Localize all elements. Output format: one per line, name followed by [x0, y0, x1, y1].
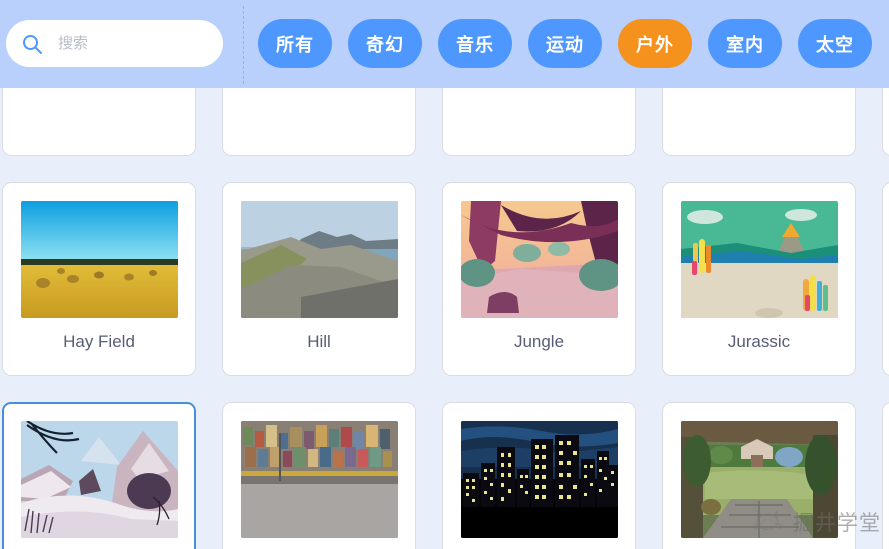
category-button-4[interactable]: 户外 [618, 19, 692, 68]
backdrop-thumbnail [20, 201, 178, 318]
search-icon [20, 32, 44, 56]
backdrop-grid-scroll-area[interactable]: Hay Field Hill Jungle Jurassic MountainMural… [0, 88, 889, 549]
backdrop-thumbnail [680, 201, 838, 318]
search-box[interactable] [6, 20, 223, 67]
category-button-5[interactable]: 室内 [708, 19, 782, 68]
backdrop-label: Hill [307, 332, 331, 351]
search-input[interactable] [58, 28, 208, 59]
backdrop-card-partial[interactable] [2, 88, 196, 156]
backdrop-card-partial[interactable] [662, 88, 856, 156]
category-button-6[interactable]: 太空 [798, 19, 872, 68]
backdrop-thumbnail [460, 201, 618, 318]
backdrop-thumbnail [460, 421, 618, 538]
backdrop-card[interactable]: Jungle [442, 182, 636, 376]
backdrop-card-partial[interactable] [882, 402, 889, 549]
header-divider [243, 6, 244, 84]
backdrop-card[interactable]: Mural [222, 402, 416, 549]
backdrop-card[interactable]: Hay Field [2, 182, 196, 376]
backdrop-card-partial[interactable] [222, 88, 416, 156]
backdrop-card[interactable]: Jurassic [662, 182, 856, 376]
backdrop-grid: Hay Field Hill Jungle Jurassic MountainMural… [2, 88, 889, 549]
category-filter-row: 所有 奇幻 音乐 运动 户外 室内 太空 [258, 19, 872, 68]
backdrop-card[interactable]: Hill [222, 182, 416, 376]
backdrop-card[interactable]: Mountain [2, 402, 196, 549]
backdrop-thumbnail [240, 201, 398, 318]
backdrop-thumbnail [20, 421, 178, 538]
category-button-3[interactable]: 运动 [528, 19, 602, 68]
backdrop-label: Hay Field [63, 332, 135, 351]
backdrop-label: Jungle [513, 332, 565, 351]
category-button-2[interactable]: 音乐 [438, 19, 512, 68]
backdrop-card-partial[interactable] [442, 88, 636, 156]
backdrop-card-partial[interactable] [882, 182, 889, 376]
backdrop-label: Jurassic [727, 332, 791, 351]
backdrop-thumbnail [680, 421, 838, 538]
backdrop-picker-screen: 所有奇幻音乐运动户外室内太空 Hay Field Hill Jungle Jurass… [0, 0, 889, 549]
category-button-1[interactable]: 奇幻 [348, 19, 422, 68]
header-bar: 所有奇幻音乐运动户外室内太空 [0, 0, 889, 88]
category-button-0[interactable]: 所有 [258, 19, 332, 68]
backdrop-card-partial[interactable] [882, 88, 889, 156]
backdrop-card[interactable]: Night City [442, 402, 636, 549]
backdrop-thumbnail [240, 421, 398, 538]
backdrop-card[interactable]: Pathway [662, 402, 856, 549]
